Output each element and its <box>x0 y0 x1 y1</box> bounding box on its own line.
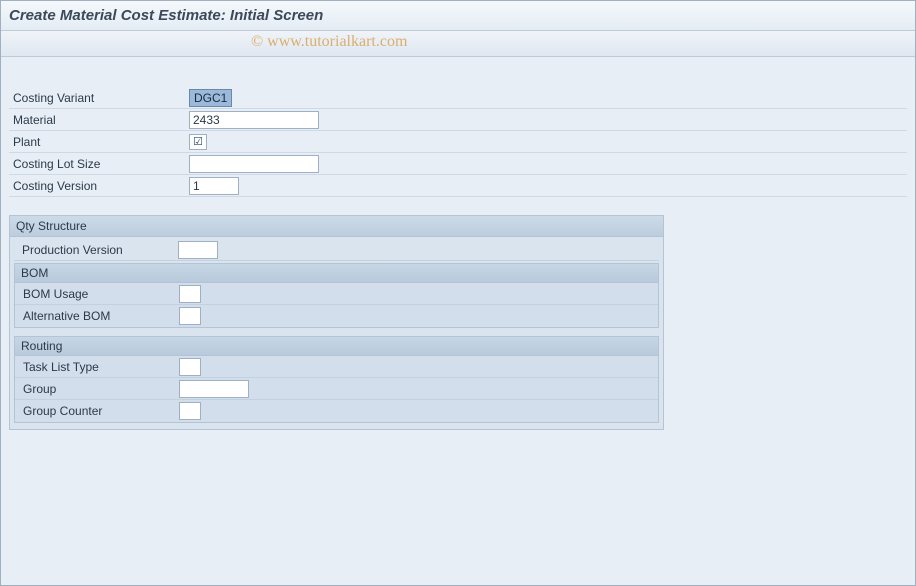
label-group-counter: Group Counter <box>19 404 179 418</box>
qty-structure-body: Production Version BOM BOM Usage Alterna… <box>10 237 663 429</box>
label-material: Material <box>9 113 189 127</box>
row-plant: Plant ☑ <box>9 131 907 153</box>
row-costing-variant: Costing Variant DGC1 <box>9 87 907 109</box>
qty-structure-group: Qty Structure Production Version BOM BOM… <box>9 215 664 430</box>
material-input[interactable] <box>189 111 319 129</box>
costing-lot-size-input[interactable] <box>189 155 319 173</box>
label-group: Group <box>19 382 179 396</box>
bom-body: BOM Usage Alternative BOM <box>15 283 658 327</box>
bom-group: BOM BOM Usage Alternative BOM <box>14 263 659 328</box>
label-costing-variant: Costing Variant <box>9 91 189 105</box>
row-material: Material <box>9 109 907 131</box>
routing-title: Routing <box>15 337 658 356</box>
group-input[interactable] <box>179 380 249 398</box>
sap-window: Create Material Cost Estimate: Initial S… <box>0 0 916 586</box>
spacer <box>14 328 659 334</box>
label-production-version: Production Version <box>18 243 178 257</box>
content-area: Costing Variant DGC1 Material Plant ☑ Co… <box>1 57 915 438</box>
label-costing-version: Costing Version <box>9 179 189 193</box>
bom-title: BOM <box>15 264 658 283</box>
row-alternative-bom: Alternative BOM <box>15 305 658 327</box>
alternative-bom-input[interactable] <box>179 307 201 325</box>
qty-structure-title: Qty Structure <box>10 216 663 237</box>
production-version-input[interactable] <box>178 241 218 259</box>
toolbar: © www.tutorialkart.com <box>1 31 915 57</box>
costing-variant-input[interactable]: DGC1 <box>189 89 232 107</box>
row-costing-lot-size: Costing Lot Size <box>9 153 907 175</box>
title-bar: Create Material Cost Estimate: Initial S… <box>1 1 915 31</box>
label-alternative-bom: Alternative BOM <box>19 309 179 323</box>
label-task-list-type: Task List Type <box>19 360 179 374</box>
routing-body: Task List Type Group Group Counter <box>15 356 658 422</box>
watermark-text: © www.tutorialkart.com <box>251 33 407 51</box>
routing-group: Routing Task List Type Group Group Count… <box>14 336 659 423</box>
row-production-version: Production Version <box>14 239 659 261</box>
label-plant: Plant <box>9 135 189 149</box>
plant-checkbox[interactable]: ☑ <box>189 134 207 150</box>
row-bom-usage: BOM Usage <box>15 283 658 305</box>
page-title: Create Material Cost Estimate: Initial S… <box>9 7 323 24</box>
row-group-counter: Group Counter <box>15 400 658 422</box>
row-costing-version: Costing Version <box>9 175 907 197</box>
bom-usage-input[interactable] <box>179 285 201 303</box>
label-bom-usage: BOM Usage <box>19 287 179 301</box>
task-list-type-input[interactable] <box>179 358 201 376</box>
row-task-list-type: Task List Type <box>15 356 658 378</box>
row-group: Group <box>15 378 658 400</box>
label-costing-lot-size: Costing Lot Size <box>9 157 189 171</box>
group-counter-input[interactable] <box>179 402 201 420</box>
costing-version-input[interactable] <box>189 177 239 195</box>
